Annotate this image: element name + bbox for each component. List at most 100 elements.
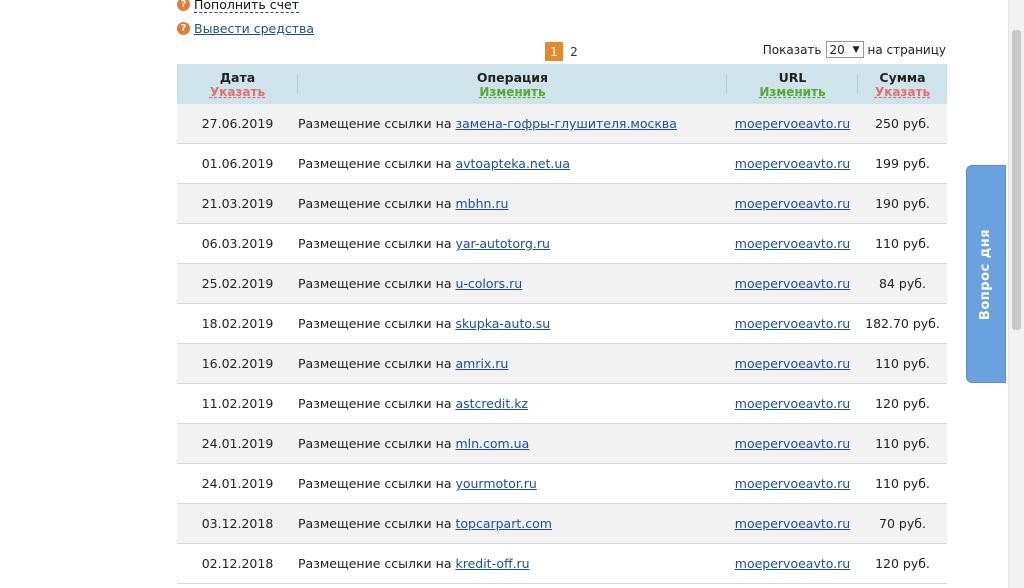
question-of-day-tab[interactable]: Вопрос дня	[966, 165, 1006, 383]
row-url-link[interactable]: moepervoeavto.ru	[735, 516, 850, 531]
row-date: 21.03.2019	[177, 183, 298, 224]
row-url: moepervoeavto.ru	[727, 423, 858, 464]
row-url-link[interactable]: moepervoeavto.ru	[735, 556, 850, 571]
row-url-link[interactable]: moepervoeavto.ru	[735, 276, 850, 291]
header-title: Сумма	[879, 69, 926, 85]
table-row: 03.12.2018 Размещение ссылки на topcarpar…	[177, 503, 947, 544]
per-page-select[interactable]: 20 ▼	[825, 41, 864, 58]
row-date: 06.03.2019	[177, 223, 298, 264]
row-operation: Размещение ссылки на mbhn.ru	[298, 183, 727, 224]
row-operation: Размещение ссылки на amrix.ru	[298, 343, 727, 384]
header-title: URL	[778, 69, 807, 85]
operation-site-link[interactable]: astcredit.kz	[455, 396, 528, 411]
row-url: moepervoeavto.ru	[727, 303, 858, 344]
operation-prefix: Размещение ссылки на	[298, 436, 452, 451]
row-url: moepervoeavto.ru	[727, 183, 858, 224]
row-url: moepervoeavto.ru	[727, 383, 858, 424]
row-operation: Размещение ссылки на avtoapteka.net.ua	[298, 143, 727, 184]
operation-site-link[interactable]: skupka-auto.su	[455, 316, 550, 331]
operations-table: Дата Указать Операция Изменить URL Измен…	[177, 64, 947, 584]
table-row: 16.02.2019 Размещение ссылки на amrix.ru m…	[177, 343, 947, 384]
row-sum: 190 руб.	[858, 183, 947, 224]
row-url: moepervoeavto.ru	[727, 263, 858, 304]
operation-site-link[interactable]: yar-autotorg.ru	[455, 236, 549, 251]
operation-site-link[interactable]: mln.com.ua	[455, 436, 529, 451]
dropdown-arrow-icon: ▼	[852, 44, 860, 55]
operation-site-link[interactable]: avtoapteka.net.ua	[455, 156, 570, 171]
row-date: 27.06.2019	[177, 104, 298, 144]
row-url-link[interactable]: moepervoeavto.ru	[735, 436, 850, 451]
deposit-link[interactable]: Пополнить счет	[194, 0, 300, 13]
row-operation: Размещение ссылки на kredit-off.ru	[298, 543, 727, 584]
row-date: 11.02.2019	[177, 383, 298, 424]
table-row: 27.06.2019 Размещение ссылки на замена-го…	[177, 104, 947, 144]
page-link[interactable]: 2	[565, 42, 583, 61]
row-url-link[interactable]: moepervoeavto.ru	[735, 236, 850, 251]
row-sum: 84 руб.	[858, 263, 947, 304]
operation-filter-link[interactable]: Изменить	[298, 85, 727, 99]
table-row: 18.02.2019 Размещение ссылки на skupka-au…	[177, 303, 947, 344]
operation-site-link[interactable]: amrix.ru	[455, 356, 508, 371]
per-page-control: Показать 20 ▼ на страницу	[763, 41, 946, 58]
row-operation: Размещение ссылки на yar-autotorg.ru	[298, 223, 727, 264]
operation-site-link[interactable]: topcarpart.com	[455, 516, 551, 531]
row-url-link[interactable]: moepervoeavto.ru	[735, 156, 850, 171]
row-operation: Размещение ссылки на astcredit.kz	[298, 383, 727, 424]
top-link-withdraw: ? Вывести средства	[177, 18, 314, 39]
operation-prefix: Размещение ссылки на	[298, 316, 452, 331]
operation-prefix: Размещение ссылки на	[298, 516, 452, 531]
row-url: moepervoeavto.ru	[727, 463, 858, 504]
table-row: 06.03.2019 Размещение ссылки на yar-autot…	[177, 223, 947, 264]
table-row: 02.12.2018 Размещение ссылки на kredit-of…	[177, 543, 947, 584]
operation-site-link[interactable]: yourmotor.ru	[455, 476, 536, 491]
row-url: moepervoeavto.ru	[727, 503, 858, 544]
row-url-link[interactable]: moepervoeavto.ru	[735, 316, 850, 331]
row-url-link[interactable]: moepervoeavto.ru	[735, 476, 850, 491]
row-sum: 110 руб.	[858, 343, 947, 384]
scrollbar-thumb[interactable]	[1012, 30, 1021, 330]
pagination: 1 2	[545, 42, 585, 61]
row-url-link[interactable]: moepervoeavto.ru	[735, 396, 850, 411]
row-sum: 70 руб.	[858, 503, 947, 544]
scrollbar[interactable]	[1008, 0, 1024, 588]
per-page-prefix: Показать	[762, 42, 822, 57]
header-operation: Операция Изменить	[298, 64, 727, 104]
row-date: 01.06.2019	[177, 143, 298, 184]
header-title: Операция	[476, 69, 549, 85]
row-url: moepervoeavto.ru	[727, 104, 858, 144]
operation-site-link[interactable]: u-colors.ru	[455, 276, 522, 291]
row-url: moepervoeavto.ru	[727, 223, 858, 264]
sum-filter-link[interactable]: Указать	[858, 85, 947, 99]
row-sum: 120 руб.	[858, 543, 947, 584]
date-filter-link[interactable]: Указать	[177, 85, 298, 99]
table-header-row: Дата Указать Операция Изменить URL Измен…	[177, 64, 947, 104]
operation-site-link[interactable]: mbhn.ru	[455, 196, 508, 211]
row-url: moepervoeavto.ru	[727, 343, 858, 384]
row-url-link[interactable]: moepervoeavto.ru	[735, 116, 850, 131]
row-operation: Размещение ссылки на замена-гофры-глушит…	[298, 104, 727, 144]
withdraw-link[interactable]: Вывести средства	[194, 21, 314, 36]
row-date: 16.02.2019	[177, 343, 298, 384]
per-page-suffix: на страницу	[867, 42, 947, 57]
operation-prefix: Размещение ссылки на	[298, 556, 452, 571]
url-filter-link[interactable]: Изменить	[727, 85, 858, 99]
row-url-link[interactable]: moepervoeavto.ru	[735, 356, 850, 371]
table-row: 24.01.2019 Размещение ссылки на mln.com.u…	[177, 423, 947, 464]
header-title: Дата	[219, 69, 256, 85]
row-operation: Размещение ссылки на skupka-auto.su	[298, 303, 727, 344]
header-sum: Сумма Указать	[858, 64, 947, 104]
operation-prefix: Размещение ссылки на	[298, 276, 452, 291]
per-page-value: 20	[829, 42, 845, 57]
row-sum: 199 руб.	[858, 143, 947, 184]
operation-prefix: Размещение ссылки на	[298, 156, 452, 171]
row-operation: Размещение ссылки на topcarpart.com	[298, 503, 727, 544]
row-sum: 110 руб.	[858, 223, 947, 264]
row-url-link[interactable]: moepervoeavto.ru	[735, 196, 850, 211]
operation-site-link[interactable]: замена-гофры-глушителя.москва	[455, 116, 676, 131]
question-icon[interactable]: ?	[177, 0, 190, 11]
top-link-deposit: ? Пополнить счет	[177, 0, 314, 15]
header-url: URL Изменить	[727, 64, 858, 104]
top-links: ? Пополнить счет ? Вывести средства	[177, 0, 314, 42]
question-icon[interactable]: ?	[177, 22, 190, 35]
operation-site-link[interactable]: kredit-off.ru	[455, 556, 529, 571]
